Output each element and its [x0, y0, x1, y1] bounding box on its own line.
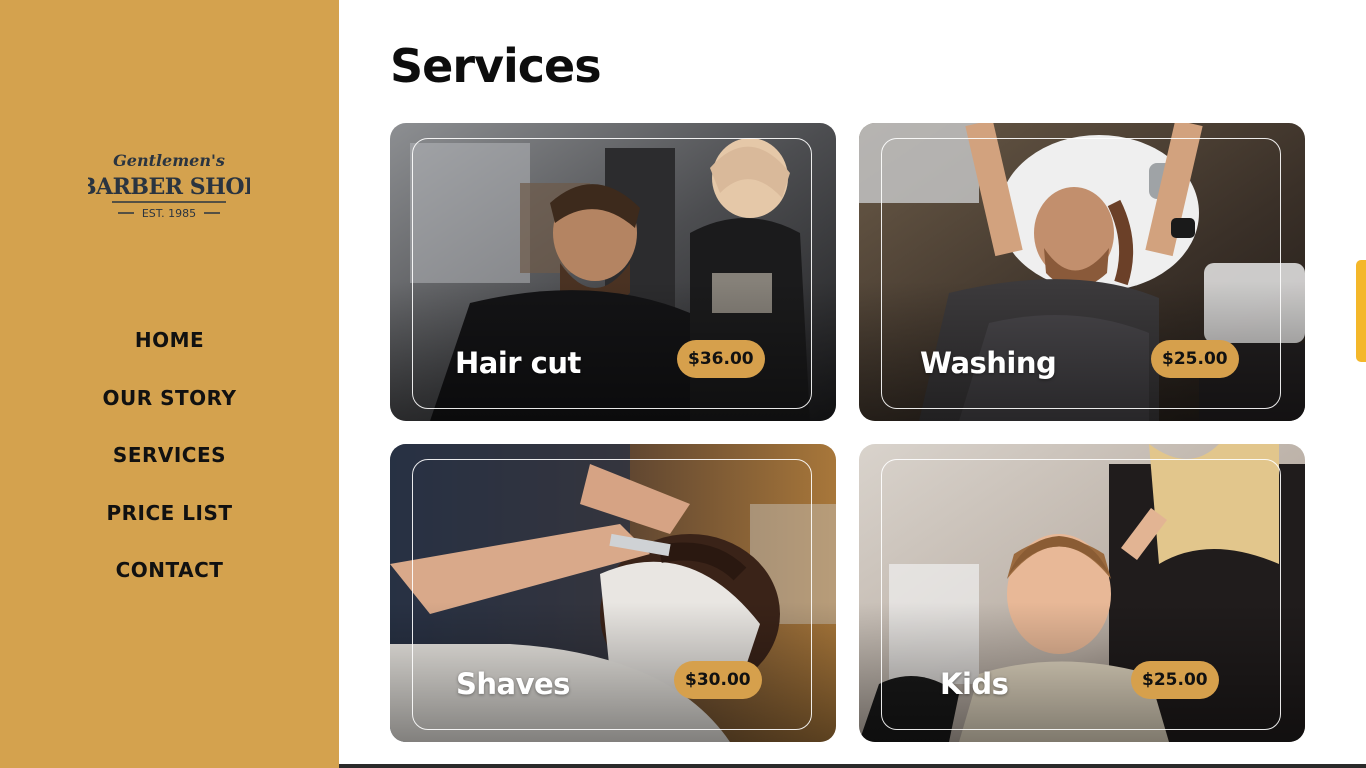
- service-price-badge: $30.00: [674, 661, 762, 699]
- nav-item-our-story[interactable]: OUR STORY: [0, 380, 339, 438]
- service-name: Washing: [920, 346, 1057, 380]
- sidebar: Gentlemen's BARBER SHOP EST. 1985 HOME O…: [0, 0, 339, 768]
- page-title: Services: [390, 39, 602, 93]
- service-card-kids[interactable]: Kids $25.00: [859, 444, 1305, 742]
- barber-shop-logo[interactable]: Gentlemen's BARBER SHOP EST. 1985: [88, 148, 250, 228]
- nav-item-price-list[interactable]: PRICE LIST: [0, 495, 339, 553]
- bottom-divider: [339, 764, 1366, 768]
- nav-item-home[interactable]: HOME: [0, 322, 339, 380]
- logo-line1: Gentlemen's: [113, 151, 225, 170]
- service-price-badge: $25.00: [1131, 661, 1219, 699]
- logo-line2: BARBER SHOP: [88, 174, 250, 200]
- service-card-washing[interactable]: Washing $25.00: [859, 123, 1305, 421]
- main-content: Services Hair cut $36.00 Washing $25.00 …: [339, 0, 1366, 768]
- service-price-badge: $25.00: [1151, 340, 1239, 378]
- service-name: Kids: [940, 667, 1009, 701]
- logo-line3: EST. 1985: [142, 207, 196, 220]
- logo-graphic: Gentlemen's BARBER SHOP EST. 1985: [88, 151, 250, 220]
- service-price-badge: $36.00: [677, 340, 765, 378]
- nav-item-services[interactable]: SERVICES: [0, 437, 339, 495]
- service-card-hair-cut[interactable]: Hair cut $36.00: [390, 123, 836, 421]
- service-name: Hair cut: [455, 346, 581, 380]
- main-nav: HOME OUR STORY SERVICES PRICE LIST CONTA…: [0, 322, 339, 610]
- scrollbar-thumb[interactable]: [1356, 260, 1366, 362]
- service-card-shaves[interactable]: Shaves $30.00: [390, 444, 836, 742]
- nav-item-contact[interactable]: CONTACT: [0, 552, 339, 610]
- service-name: Shaves: [456, 667, 570, 701]
